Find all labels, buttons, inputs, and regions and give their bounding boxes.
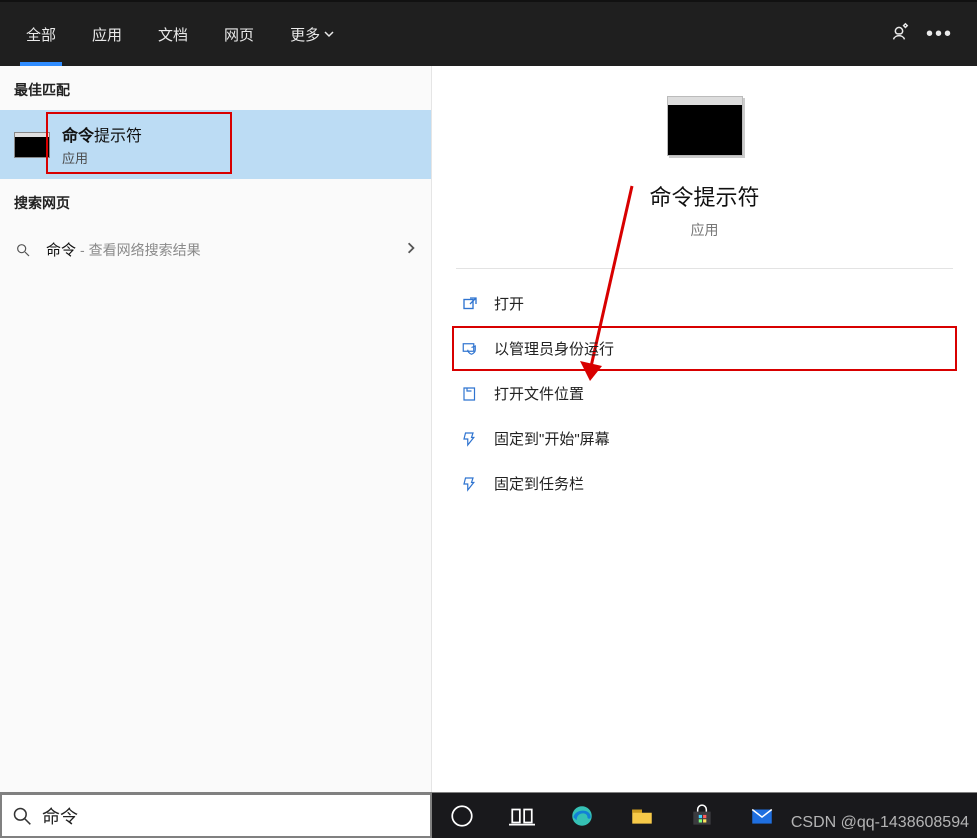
action-pin-to-start-label: 固定到"开始"屏幕: [494, 428, 610, 449]
best-match-title: 命令提示符: [62, 122, 142, 146]
shield-icon: [460, 339, 480, 359]
caret-down-icon: [324, 26, 334, 43]
taskbar-taskview-icon[interactable]: [492, 793, 552, 838]
web-search-query: 命令: [46, 239, 76, 260]
search-filter-tabs: 全部 应用 文档 网页 更多 •••: [0, 0, 977, 66]
web-search-result[interactable]: 命令 - 查看网络搜索结果: [0, 223, 431, 276]
tab-more[interactable]: 更多: [272, 4, 352, 64]
action-open-file-location[interactable]: 打开文件位置: [452, 371, 957, 416]
app-preview-subtitle: 应用: [691, 220, 719, 240]
best-match-subtitle: 应用: [62, 148, 142, 167]
taskbar-search-box[interactable]: [0, 793, 432, 838]
action-open[interactable]: 打开: [452, 281, 957, 326]
tab-all[interactable]: 全部: [8, 4, 74, 64]
taskbar-cortana-icon[interactable]: [432, 793, 492, 838]
tab-more-label: 更多: [290, 24, 320, 45]
watermark-text: CSDN @qq-1438608594: [791, 814, 969, 832]
search-icon: [14, 241, 32, 259]
open-icon: [460, 294, 480, 314]
taskbar-file-explorer-icon[interactable]: [612, 793, 672, 838]
action-open-label: 打开: [494, 293, 524, 314]
section-best-match: 最佳匹配: [0, 66, 431, 110]
action-pin-to-taskbar[interactable]: 固定到任务栏: [452, 461, 957, 506]
tab-web[interactable]: 网页: [206, 4, 272, 64]
taskbar-edge-icon[interactable]: [552, 793, 612, 838]
search-input[interactable]: [42, 805, 420, 826]
web-search-hint: - 查看网络搜索结果: [80, 240, 201, 260]
best-match-result[interactable]: 命令提示符 应用: [0, 110, 431, 179]
taskbar: CSDN @qq-1438608594: [432, 793, 977, 838]
detail-pane: 命令提示符 应用 打开: [432, 66, 977, 792]
pin-icon: [460, 474, 480, 494]
action-run-as-admin-label: 以管理员身份运行: [494, 338, 614, 359]
app-preview-tile-icon: [667, 96, 743, 156]
tab-apps[interactable]: 应用: [74, 4, 140, 64]
taskbar-mail-icon[interactable]: [732, 793, 792, 838]
cmd-app-icon: [14, 132, 50, 158]
app-preview: 命令提示符 应用: [432, 96, 977, 240]
action-pin-to-taskbar-label: 固定到任务栏: [494, 473, 584, 494]
best-match-title-highlight: 命令: [62, 128, 94, 145]
search-body: 最佳匹配 命令提示符 应用 搜索网页 命令 - 查看网络搜索结果: [0, 66, 977, 792]
best-match-title-rest: 提示符: [94, 128, 142, 145]
action-open-file-location-label: 打开文件位置: [494, 383, 584, 404]
windows-search-panel: 全部 应用 文档 网页 更多 ••• 最佳匹配 命令提示符: [0, 0, 977, 838]
folder-icon: [460, 384, 480, 404]
section-search-web: 搜索网页: [0, 179, 431, 223]
app-actions: 打开 以管理员身份运行 打开文件位置: [432, 277, 977, 510]
results-pane: 最佳匹配 命令提示符 应用 搜索网页 命令 - 查看网络搜索结果: [0, 66, 432, 792]
bottom-bar: CSDN @qq-1438608594: [0, 792, 977, 838]
taskbar-store-icon[interactable]: [672, 793, 732, 838]
ellipsis-icon[interactable]: •••: [926, 23, 953, 46]
action-pin-to-start[interactable]: 固定到"开始"屏幕: [452, 416, 957, 461]
feedback-icon[interactable]: [888, 21, 910, 48]
tab-documents[interactable]: 文档: [140, 4, 206, 64]
pin-icon: [460, 429, 480, 449]
action-run-as-admin[interactable]: 以管理员身份运行: [452, 326, 957, 371]
chevron-right-icon: [405, 241, 417, 258]
app-preview-title: 命令提示符: [649, 180, 759, 212]
tabbar-right-icons: •••: [888, 21, 969, 48]
detail-separator: [456, 268, 953, 269]
search-icon: [12, 806, 32, 826]
best-match-texts: 命令提示符 应用: [62, 122, 142, 167]
